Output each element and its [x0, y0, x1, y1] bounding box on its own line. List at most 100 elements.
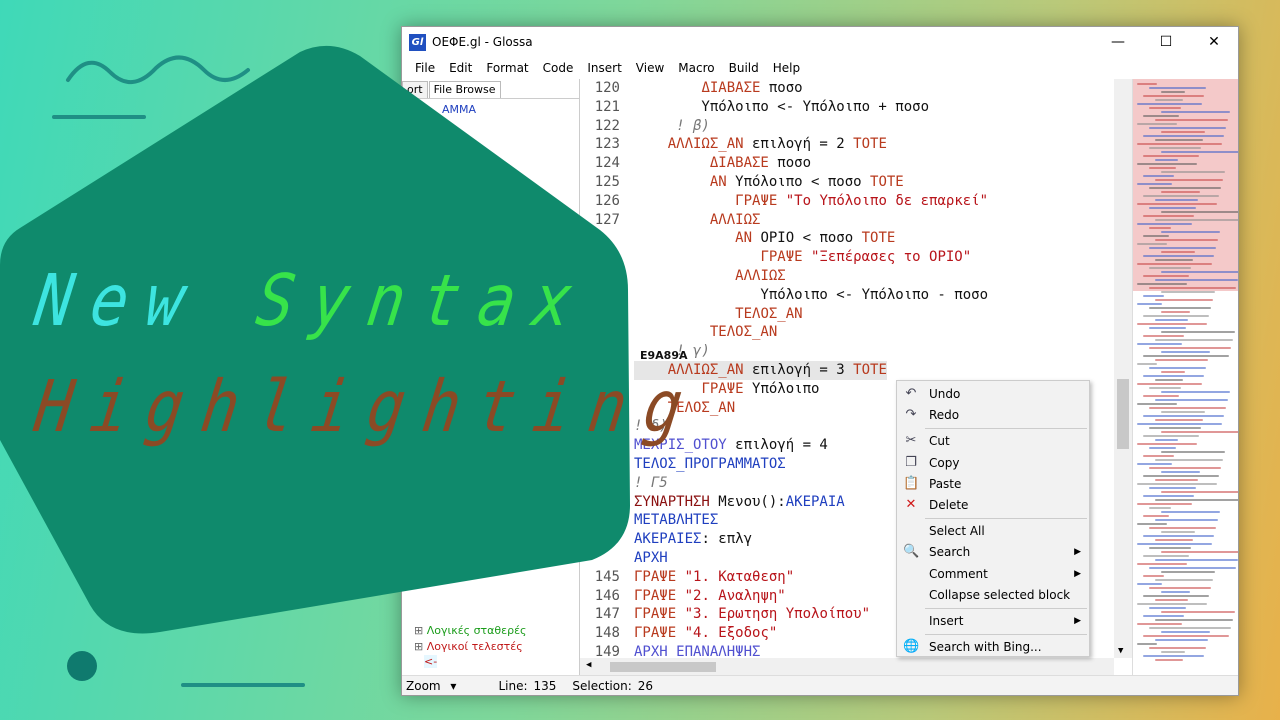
code-line[interactable]: ΓΡΑΨΕ "Ξεπέρασες το ΟΡΙΟ": [634, 248, 971, 267]
context-menu-redo[interactable]: ↷ Redo: [897, 405, 1089, 425]
minimap-line: [1155, 419, 1203, 421]
minimize-button[interactable]: —: [1094, 27, 1142, 57]
code-line[interactable]: ΤΕΛΟΣ_ΑΝ: [634, 323, 777, 342]
code-line[interactable]: Υπόλοιπο <- Υπόλοιπο + ποσο: [634, 98, 929, 117]
minimap-line: [1143, 575, 1164, 577]
minimap-line: [1137, 503, 1192, 505]
code-token: ποσο: [760, 80, 803, 96]
close-button[interactable]: ✕: [1190, 27, 1238, 57]
code-token: ΓΡΑΨΕ: [634, 587, 677, 604]
minimap-line: [1161, 551, 1238, 553]
minimap-line: [1137, 303, 1162, 305]
code-line[interactable]: ΑΝ ΟΡΙΟ < ποσο ΤΟΤΕ: [634, 229, 895, 248]
code-line[interactable]: ΑΛΛΙΩΣ: [634, 211, 761, 230]
minimap-line: [1143, 435, 1199, 437]
minimap-line: [1155, 599, 1188, 601]
code-line[interactable]: ΑΝ Υπόλοιπο < ποσο ΤΟΤΕ: [634, 173, 904, 192]
minimap-line: [1137, 343, 1182, 345]
code-line[interactable]: ΓΡΑΨΕ "Το Υπόλοιπο δε επαρκεί": [634, 192, 988, 211]
code-token: ΓΡΑΨΕ: [634, 568, 677, 585]
redo-icon: ↷: [905, 407, 917, 423]
context-menu-paste[interactable]: 📋 Paste: [897, 474, 1089, 494]
code-line[interactable]: ΑΛΛΙΩΣ_ΑΝ επιλογή = 2 ΤΟΤΕ: [634, 135, 887, 154]
menu-build[interactable]: Build: [722, 61, 766, 75]
minimap-line: [1155, 539, 1193, 541]
minimap-line: [1149, 307, 1211, 309]
minimap-line: [1143, 475, 1219, 477]
minimap-line: [1143, 555, 1189, 557]
minimap-line: [1143, 95, 1204, 97]
code-line[interactable]: ΤΕΛΟΣ_ΠΡΟΓΡΑΜΜΑΤΟΣ: [634, 455, 786, 474]
minimap-line: [1155, 459, 1223, 461]
code-token: ΔΙΑΒΑΣΕ: [701, 80, 761, 96]
minimap-line: [1155, 319, 1188, 321]
context-menu-select-all[interactable]: Select All: [897, 521, 1089, 541]
menu-help[interactable]: Help: [766, 61, 807, 75]
minimap-line: [1161, 571, 1215, 573]
minimap-line: [1155, 659, 1183, 661]
minimap-line: [1161, 231, 1220, 233]
minimap-line: [1161, 431, 1238, 433]
minimap-line: [1161, 91, 1185, 93]
minimap-line: [1161, 291, 1215, 293]
context-menu-search-bing[interactable]: 🌐 Search with Bing...: [897, 637, 1089, 657]
code-line[interactable]: ! β): [634, 117, 710, 136]
minimap-line: [1161, 511, 1220, 513]
menu-macro[interactable]: Macro: [671, 61, 721, 75]
menu-item-label: Comment: [929, 566, 988, 581]
minimap-line: [1143, 175, 1174, 177]
minimap-line: [1137, 623, 1182, 625]
code-line[interactable]: ΔΙΑΒΑΣΕ ποσο: [634, 154, 811, 173]
horizontal-scrollbar[interactable]: ◀: [580, 658, 1114, 675]
code-line[interactable]: ΤΕΛΟΣ_ΑΝ: [634, 305, 802, 324]
context-menu-search[interactable]: 🔍 Search ▶: [897, 542, 1089, 562]
minimap-line: [1149, 107, 1181, 109]
minimap-line: [1161, 531, 1195, 533]
minimap-line: [1137, 143, 1222, 145]
hex-color-label: E9A89A: [640, 349, 688, 362]
code-token: ΓΡΑΨΕ: [760, 249, 803, 266]
context-menu-undo[interactable]: ↶ Undo: [897, 384, 1089, 404]
code-line[interactable]: ΔΙΑΒΑΣΕ ποσο: [634, 79, 803, 98]
code-line[interactable]: Υπόλοιπο <- Υπόλοιπο - ποσο: [634, 286, 988, 305]
minimap-line: [1143, 515, 1169, 517]
code-token: ΑΛΛΙΩΣ_ΑΝ: [667, 136, 744, 153]
code-line[interactable]: ΓΡΑΨΕ "2. Αναληψη": [634, 587, 786, 606]
context-menu-cut[interactable]: ✂ Cut: [897, 431, 1089, 451]
vertical-scrollbar[interactable]: ▼: [1114, 79, 1132, 658]
minimap-line: [1143, 395, 1179, 397]
code-minimap[interactable]: [1132, 79, 1238, 675]
minimap-line: [1137, 463, 1172, 465]
code-line[interactable]: ΜΕΤΑΒΛΗΤΕΣ: [634, 511, 718, 530]
scroll-down-icon[interactable]: ▼: [1118, 646, 1123, 656]
code-line[interactable]: ΓΡΑΨΕ "1. Καταθεση": [634, 568, 794, 587]
scroll-thumb[interactable]: [1117, 379, 1129, 449]
code-line[interactable]: ΓΡΑΨΕ "3. Ερωτηση Υπολοίπου": [634, 605, 870, 624]
context-menu-delete[interactable]: ✕ Delete: [897, 495, 1089, 515]
context-menu-copy[interactable]: ❐ Copy: [897, 453, 1089, 473]
code-line[interactable]: ΑΚΕΡΑΙΕΣ: επλγ: [634, 530, 752, 549]
submenu-arrow-icon: ▶: [1074, 616, 1081, 626]
maximize-button[interactable]: ☐: [1142, 27, 1190, 57]
context-menu-insert[interactable]: Insert ▶: [897, 611, 1089, 631]
minimap-line: [1149, 447, 1176, 449]
minimap-line: [1161, 491, 1238, 493]
context-menu-comment[interactable]: Comment ▶: [897, 564, 1089, 584]
context-menu-collapse-block[interactable]: Collapse selected block: [897, 585, 1089, 605]
minimap-line: [1137, 423, 1222, 425]
code-token: ΟΡΙΟ < ποσο: [752, 230, 862, 247]
minimap-line: [1149, 87, 1206, 89]
code-line[interactable]: ΓΡΑΨΕ "4. Εξοδος": [634, 624, 777, 643]
code-line[interactable]: ΣΥΝΑΡΤΗΣΗ Μενου():ΑΚΕΡΑΙΑ: [634, 493, 845, 512]
promo-title-line-2: Highlighting: [30, 364, 706, 449]
code-line[interactable]: ΑΛΛΙΩΣ: [634, 267, 786, 286]
menu-item-label: Search: [929, 545, 971, 560]
minimap-line: [1161, 391, 1230, 393]
search-bing-icon: 🌐: [903, 639, 920, 655]
minimap-line: [1155, 119, 1228, 121]
minimap-line: [1155, 199, 1198, 201]
minimap-line: [1137, 523, 1167, 525]
